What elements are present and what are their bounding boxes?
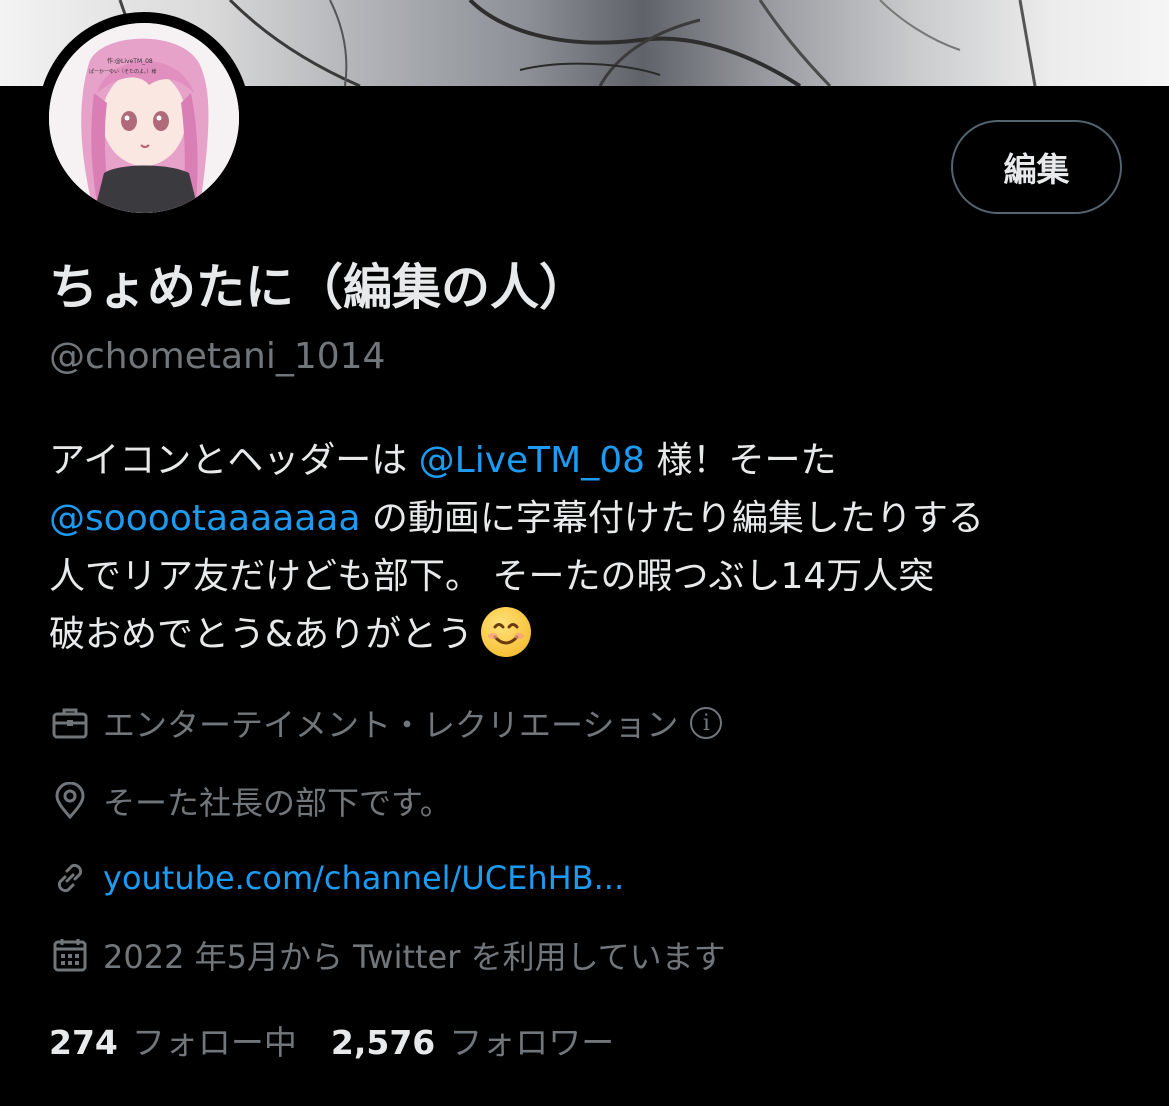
category-text: エンターテイメント・レクリエーション [103,706,679,744]
mention-link[interactable]: @sooootaaaaaaa [49,498,360,539]
followers-label[interactable]: フォロワー [449,1016,614,1064]
edit-profile-button[interactable]: 編集 [951,120,1122,214]
profile-bio: アイコンとヘッダーは @LiveTM_08 様！そーた @sooootaaaaa… [49,432,1139,664]
profile-join-date: 2022 年5月から Twitter を利用しています [49,932,726,978]
display-name: ちょめたに（編集の人） [49,259,589,316]
bio-text: アイコンとヘッダーは [49,440,419,481]
profile-avatar[interactable]: 作:@LiveTM_08 ぱーかーゆい（そたのよ。）様 [38,12,250,224]
briefcase-icon [49,702,91,744]
bio-line: 人でリア友だけども部下。 そーたの暇つぶし14万人突 [49,548,1139,606]
link-icon [49,857,91,899]
svg-text:作:@LiveTM_08: 作:@LiveTM_08 [107,57,153,65]
followers-count[interactable]: 2,576 [331,1023,435,1062]
bio-text: 様！そーた [645,440,837,481]
bio-text: 破おめでとう&ありがとう [49,614,474,655]
info-icon[interactable]: i [690,707,723,739]
bio-line: 破おめでとう&ありがとう [49,606,1139,664]
location-pin-icon [49,780,91,822]
website-link[interactable]: youtube.com/channel/UCEhHB... [103,859,624,897]
join-date-text: 2022 年5月から Twitter を利用しています [103,938,726,976]
avatar-image: 作:@LiveTM_08 ぱーかーゆい（そたのよ。）様 [49,23,239,213]
follow-stats: 274 フォロー中 2,576 フォロワー [49,1016,648,1064]
following-label[interactable]: フォロー中 [132,1016,297,1064]
profile-category: エンターテイメント・レクリエーション i [49,700,723,746]
profile-page: 作:@LiveTM_08 ぱーかーゆい（そたのよ。）様 編集 ちょめたに（編集の… [0,0,1169,1106]
profile-location: そーた社長の部下です。 [49,778,452,824]
bio-line: アイコンとヘッダーは @LiveTM_08 様！そーた [49,432,1139,490]
profile-website: youtube.com/channel/UCEhHB... [49,857,624,899]
calendar-icon [49,934,91,976]
mention-link[interactable]: @LiveTM_08 [419,440,645,481]
following-count[interactable]: 274 [49,1023,118,1062]
bio-line: @sooootaaaaaaa の動画に字幕付けたり編集したりする [49,490,1139,548]
bio-text: 人でリア友だけども部下。 そーたの暇つぶし14万人突 [49,556,935,597]
smiling-face-emoji-icon [481,607,532,657]
bio-text: の動画に字幕付けたり編集したりする [360,498,984,539]
user-handle: @chometani_1014 [49,336,386,377]
svg-text:ぱーかーゆい（そたのよ。）様: ぱーかーゆい（そたのよ。）様 [89,68,157,75]
location-text: そーた社長の部下です。 [103,784,452,822]
